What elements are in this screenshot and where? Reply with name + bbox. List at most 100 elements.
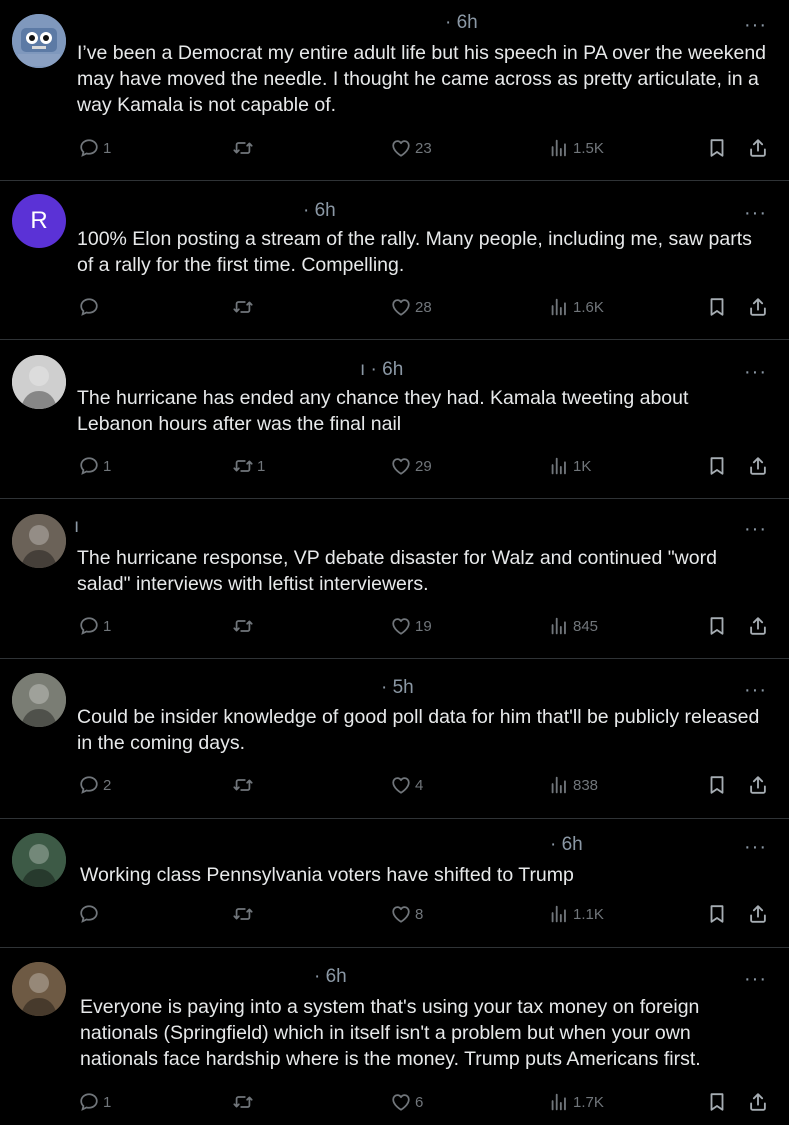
repost-icon xyxy=(232,296,254,318)
like-count: 23 xyxy=(415,139,432,157)
bookmark-button[interactable] xyxy=(706,137,728,159)
avatar[interactable] xyxy=(12,355,66,409)
share-button[interactable] xyxy=(747,615,769,637)
tweet-timestamp[interactable]: · 5h xyxy=(381,677,414,699)
avatar[interactable] xyxy=(12,962,66,1016)
tweet-timestamp[interactable]: ı xyxy=(74,516,79,538)
repost-button[interactable]: 1 xyxy=(232,455,265,477)
share-button[interactable] xyxy=(747,137,769,159)
avatar[interactable] xyxy=(12,673,66,727)
tweet-text: Everyone is paying into a system that's … xyxy=(80,996,701,1070)
bookmark-button[interactable] xyxy=(706,615,728,637)
tweet-timestamp[interactable]: · 6h xyxy=(550,834,583,856)
views-icon xyxy=(548,1091,570,1113)
like-count: 29 xyxy=(415,457,432,475)
share-icon xyxy=(747,615,769,637)
tweet-text: I’ve been a Democrat my entire adult lif… xyxy=(77,42,767,116)
more-options-icon[interactable]: ··· xyxy=(744,519,767,539)
like-button[interactable]: 4 xyxy=(390,774,423,796)
reply-button[interactable]: 2 xyxy=(78,774,111,796)
repost-icon xyxy=(232,1091,254,1113)
views-count: 845 xyxy=(573,617,599,635)
tweet-timestamp[interactable]: ı · 6h xyxy=(360,359,403,381)
heart-icon xyxy=(390,1091,412,1113)
tweet-timestamp[interactable]: · 6h xyxy=(303,200,336,222)
repost-button[interactable] xyxy=(232,774,254,796)
reply-icon xyxy=(78,137,100,159)
like-button[interactable]: 29 xyxy=(390,455,432,477)
views-count: 1.5K xyxy=(573,139,604,157)
like-button[interactable]: 23 xyxy=(390,137,432,159)
avatar[interactable] xyxy=(12,514,66,568)
bookmark-button[interactable] xyxy=(706,1091,728,1113)
views-button[interactable]: 845 xyxy=(548,615,598,637)
like-count: 28 xyxy=(415,298,432,316)
like-button[interactable]: 6 xyxy=(390,1091,423,1113)
like-button[interactable]: 28 xyxy=(390,296,432,318)
repost-icon xyxy=(232,615,254,637)
tweet-text: Could be insider knowledge of good poll … xyxy=(77,706,760,754)
reply-feed: · 6h ··· I’ve been a Democrat my entire ad… xyxy=(0,0,789,1125)
like-count: 6 xyxy=(415,1093,424,1111)
repost-button[interactable] xyxy=(232,1091,254,1113)
tweet-divider xyxy=(0,498,789,499)
reply-icon xyxy=(78,455,100,477)
bookmark-icon xyxy=(706,774,728,796)
reply-button[interactable]: 1 xyxy=(78,1091,111,1113)
share-button[interactable] xyxy=(747,1091,769,1113)
avatar[interactable] xyxy=(12,833,66,887)
reply-button[interactable]: 1 xyxy=(78,455,111,477)
repost-button[interactable] xyxy=(232,903,254,925)
repost-icon xyxy=(232,903,254,925)
views-button[interactable]: 1.6K xyxy=(548,296,604,318)
more-options-icon[interactable]: ··· xyxy=(744,15,767,35)
heart-icon xyxy=(390,296,412,318)
views-button[interactable]: 838 xyxy=(548,774,598,796)
share-icon xyxy=(747,774,769,796)
bookmark-button[interactable] xyxy=(706,455,728,477)
more-options-icon[interactable]: ··· xyxy=(744,837,767,857)
heart-icon xyxy=(390,903,412,925)
views-button[interactable]: 1.7K xyxy=(548,1091,604,1113)
reply-button[interactable] xyxy=(78,903,100,925)
views-count: 1K xyxy=(573,457,592,475)
avatar[interactable]: R xyxy=(12,194,66,248)
repost-button[interactable] xyxy=(232,137,254,159)
tweet-text: The hurricane response, VP debate disast… xyxy=(77,547,717,595)
share-button[interactable] xyxy=(747,296,769,318)
reply-button[interactable] xyxy=(78,296,100,318)
like-button[interactable]: 8 xyxy=(390,903,423,925)
reply-button[interactable]: 1 xyxy=(78,137,111,159)
bookmark-button[interactable] xyxy=(706,903,728,925)
reply-icon xyxy=(78,1091,100,1113)
bookmark-button[interactable] xyxy=(706,296,728,318)
heart-icon xyxy=(390,774,412,796)
like-button[interactable]: 19 xyxy=(390,615,432,637)
tweet-timestamp[interactable]: · 6h xyxy=(314,966,347,988)
avatar[interactable] xyxy=(12,14,66,68)
bookmark-icon xyxy=(706,903,728,925)
views-icon xyxy=(548,137,570,159)
tweet-timestamp[interactable]: · 6h xyxy=(445,12,478,34)
more-options-icon[interactable]: ··· xyxy=(744,969,767,989)
repost-button[interactable] xyxy=(232,615,254,637)
tweet-text: Working class Pennsylvania voters have s… xyxy=(80,864,574,886)
views-button[interactable]: 1.1K xyxy=(548,903,604,925)
share-button[interactable] xyxy=(747,774,769,796)
more-options-icon[interactable]: ··· xyxy=(744,680,767,700)
views-button[interactable]: 1.5K xyxy=(548,137,604,159)
share-button[interactable] xyxy=(747,903,769,925)
bookmark-icon xyxy=(706,296,728,318)
repost-button[interactable] xyxy=(232,296,254,318)
share-icon xyxy=(747,137,769,159)
reply-icon xyxy=(78,903,100,925)
bookmark-icon xyxy=(706,455,728,477)
reply-icon xyxy=(78,296,100,318)
share-button[interactable] xyxy=(747,455,769,477)
tweet-divider xyxy=(0,339,789,340)
more-options-icon[interactable]: ··· xyxy=(744,362,767,382)
views-button[interactable]: 1K xyxy=(548,455,591,477)
bookmark-button[interactable] xyxy=(706,774,728,796)
reply-button[interactable]: 1 xyxy=(78,615,111,637)
more-options-icon[interactable]: ··· xyxy=(744,203,767,223)
